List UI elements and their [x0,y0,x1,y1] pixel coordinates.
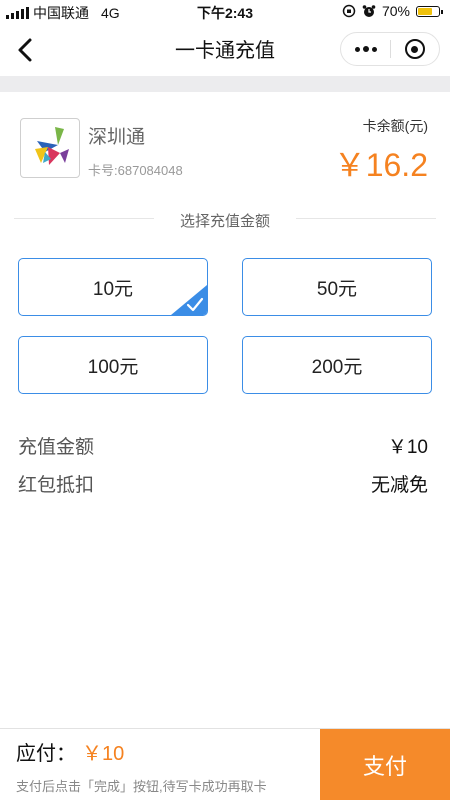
payable-label: 应付： [16,743,76,765]
amount-option-10[interactable]: 10元 [18,258,208,316]
amount-option-label: 10元 [92,278,134,300]
close-ring-icon [404,39,425,59]
balance-label: 卡余额(元) [362,118,428,134]
recharge-amount-value: ￥10 [387,437,428,458]
battery-icon [416,5,443,17]
rotation-lock-icon [342,4,356,18]
balance-value: ￥16.2 [333,147,428,183]
main-content: 深圳通 卡号:687084048 卡余额(元) ￥16.2 选择充值金额 10元… [0,92,450,728]
shenzhentong-logo [35,127,69,165]
red-packet-value: 无减免 [370,475,428,496]
nav-bar: 一卡通充值 [0,24,450,76]
card-name: 深圳通 [88,127,146,148]
status-bar: 中国联通 4G 下午2:43 70% [0,0,450,24]
red-packet-label: 红包抵扣 [18,475,95,496]
amount-option-200[interactable]: 200元 [242,336,432,394]
close-button[interactable] [391,33,439,65]
payable-amount: ￥10 [82,743,125,765]
mini-program-capsule [340,32,440,66]
recharge-amount-row: 充值金额 ￥10 [18,432,428,459]
recharge-amount-label: 充值金额 [18,437,95,458]
back-chevron-icon [18,38,32,62]
pay-button[interactable]: 支付 [320,729,450,800]
amount-option-label: 50元 [316,278,358,300]
amount-option-100[interactable]: 100元 [18,336,208,394]
payment-note: 支付后点击「完成」按钮,待写卡成功再取卡 [16,779,267,794]
payment-footer: 应付： ￥10 支付后点击「完成」按钮,待写卡成功再取卡 支付 [0,728,450,800]
more-button[interactable] [341,33,390,65]
section-title-text: 选择充值金额 [171,213,278,230]
card-number: 卡号:687084048 [88,160,183,179]
header-divider [0,76,450,92]
amount-option-label: 100元 [87,356,139,378]
selected-check-icon [171,285,207,315]
more-dots-icon [354,46,360,52]
amount-option-label: 200元 [311,356,363,378]
back-button[interactable] [10,34,42,66]
card-number-value: 687084048 [117,163,183,178]
battery-fill [418,7,432,15]
red-packet-row: 红包抵扣 无减免 [18,470,428,497]
card-logo [20,118,80,178]
amount-option-50[interactable]: 50元 [242,258,432,316]
battery-percent: 70% [381,3,410,19]
alarm-icon [362,5,376,17]
card-number-label: 卡号: [88,163,118,178]
status-right: 70% [342,3,443,19]
section-title: 选择充值金额 [0,210,450,231]
